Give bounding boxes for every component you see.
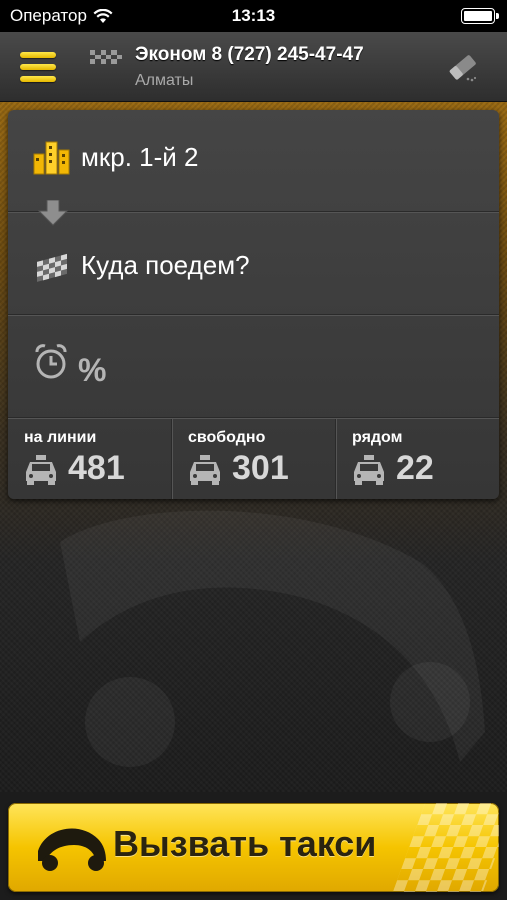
to-address-placeholder: Куда поедем?	[81, 250, 250, 280]
car-icon	[38, 828, 106, 871]
wifi-icon	[93, 8, 113, 23]
stat-on-line: на линии 481	[8, 419, 172, 499]
stat-free: свободно 301	[172, 419, 336, 499]
to-address-row[interactable]: Куда поедем?	[8, 213, 499, 315]
checker-decoration	[392, 803, 499, 892]
taxi-icon	[354, 455, 384, 485]
stat-label: рядом	[352, 429, 403, 446]
status-bar: Оператор 13:13	[0, 0, 507, 32]
time-percent-label: %	[78, 352, 107, 388]
taxi-icon	[26, 455, 56, 485]
menu-icon-bar	[20, 52, 56, 58]
menu-button[interactable]	[20, 52, 56, 82]
stat-value: 481	[68, 449, 125, 487]
taxi-icon	[190, 455, 220, 485]
stat-value: 22	[396, 449, 434, 487]
tariff-title[interactable]: Эконом 8 (727) 245-47-47	[135, 44, 364, 66]
from-address-text: мкр. 1-й 2	[81, 142, 199, 172]
battery-icon	[461, 8, 499, 24]
checker-icon	[90, 50, 122, 64]
order-card: мкр. 1-й 2 Куда поедем? % на линии 481 с…	[8, 110, 499, 499]
eraser-icon[interactable]	[444, 52, 480, 84]
stats-row: на линии 481 свободно 301 рядом 22	[8, 419, 499, 499]
city-subtitle: Алматы	[135, 72, 194, 89]
alarm-clock-icon	[35, 344, 67, 379]
car-silhouette-decoration	[60, 510, 485, 767]
finish-flag-icon	[37, 253, 67, 282]
carrier-label: Оператор	[10, 6, 87, 25]
header: Эконом 8 (727) 245-47-47 Алматы	[0, 32, 507, 102]
from-address-row[interactable]: мкр. 1-й 2	[8, 110, 499, 226]
stat-label: свободно	[188, 429, 266, 446]
stat-value: 301	[232, 449, 289, 487]
menu-icon-bar	[20, 64, 56, 70]
call-taxi-label: Вызвать такси	[113, 823, 377, 864]
call-taxi-button[interactable]: Вызвать такси	[8, 803, 499, 892]
order-time-row[interactable]: %	[8, 316, 499, 418]
menu-icon-bar	[20, 76, 56, 82]
buildings-icon	[33, 141, 70, 175]
status-left: Оператор	[10, 6, 113, 26]
stat-nearby: рядом 22	[336, 419, 499, 499]
stat-label: на линии	[24, 429, 97, 446]
